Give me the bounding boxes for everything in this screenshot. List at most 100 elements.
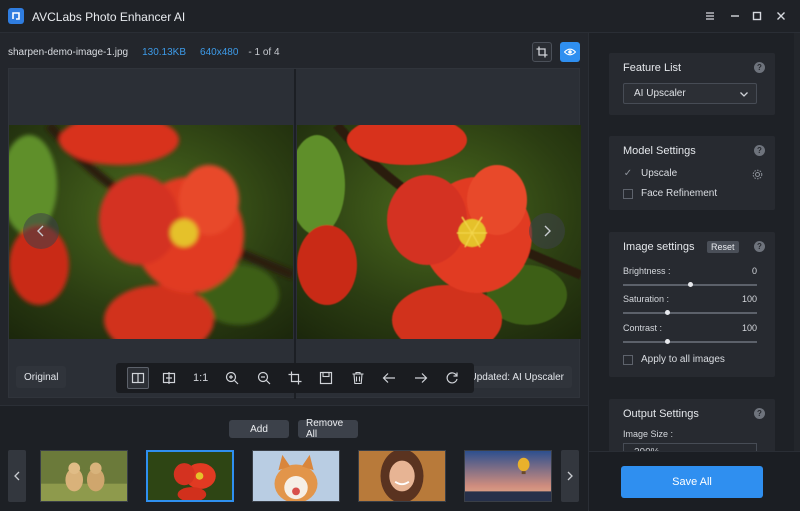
crop-icon bbox=[288, 371, 302, 385]
comparison-preview[interactable]: Original Updated: AI Upscaler 1:1 bbox=[8, 68, 581, 399]
thumbnail-corgi[interactable] bbox=[252, 450, 340, 502]
model-settings-title: Model Settings bbox=[623, 145, 696, 157]
thumbnails-prev-button[interactable] bbox=[8, 450, 26, 502]
maximize-icon[interactable] bbox=[750, 9, 764, 23]
save-icon bbox=[320, 371, 333, 385]
preview-toolbar: 1:1 bbox=[116, 363, 474, 393]
split-view-icon bbox=[131, 372, 144, 384]
thumbnail-balloon[interactable] bbox=[464, 450, 552, 502]
thumbnail-strip: Add Remove All bbox=[0, 405, 588, 511]
compare-divider[interactable] bbox=[294, 69, 296, 399]
app-logo-icon bbox=[8, 8, 24, 24]
zoom-out-button[interactable] bbox=[253, 367, 275, 389]
apply-all-checkbox[interactable] bbox=[623, 354, 633, 365]
image-size-label: Image Size : bbox=[623, 429, 674, 439]
chevron-right-icon bbox=[567, 471, 573, 481]
compare-icon bbox=[163, 372, 176, 384]
brightness-slider-knob[interactable] bbox=[687, 282, 693, 287]
thumbnail-woman[interactable] bbox=[358, 450, 446, 502]
output-settings-title: Output Settings bbox=[623, 408, 699, 420]
zoom-in-button[interactable] bbox=[221, 367, 243, 389]
output-settings-card: Output Settings ? Image Size : 200% bbox=[609, 399, 775, 461]
feature-select[interactable]: AI Upscaler bbox=[623, 83, 757, 104]
minimize-icon[interactable] bbox=[728, 9, 742, 23]
help-icon[interactable]: ? bbox=[754, 241, 765, 252]
upscale-option[interactable]: ✓ Upscale bbox=[623, 168, 677, 179]
app-title: AVCLabs Photo Enhancer AI bbox=[32, 10, 186, 24]
eye-icon bbox=[564, 48, 576, 56]
apply-all-option[interactable]: Apply to all images bbox=[623, 354, 725, 365]
close-icon[interactable] bbox=[774, 9, 788, 23]
reset-button[interactable]: Reset bbox=[707, 241, 739, 253]
help-icon[interactable]: ? bbox=[754, 62, 765, 73]
checkmark-icon: ✓ bbox=[623, 168, 633, 179]
trash-icon bbox=[352, 371, 364, 385]
apply-all-label: Apply to all images bbox=[641, 354, 725, 365]
face-refinement-label: Face Refinement bbox=[641, 188, 718, 199]
next-image-button[interactable] bbox=[529, 213, 565, 249]
thumbnails-next-button[interactable] bbox=[561, 450, 579, 502]
previous-image-button[interactable] bbox=[23, 213, 59, 249]
save-button[interactable] bbox=[315, 367, 337, 389]
image-settings-title: Image settings bbox=[623, 241, 695, 253]
model-settings-card: Model Settings ? ✓ Upscale Face Refineme… bbox=[609, 136, 775, 210]
settings-sidebar: Feature List ? AI Upscaler Model Setting… bbox=[588, 33, 800, 511]
crop-button[interactable] bbox=[284, 367, 306, 389]
gear-icon[interactable] bbox=[752, 169, 763, 180]
chevron-down-icon bbox=[740, 92, 748, 97]
contrast-slider[interactable] bbox=[623, 339, 757, 344]
preview-toggle-button[interactable] bbox=[560, 42, 580, 62]
original-label: Original bbox=[16, 366, 67, 388]
chevron-left-icon bbox=[14, 471, 20, 481]
delete-button[interactable] bbox=[347, 367, 369, 389]
arrow-left-icon bbox=[382, 373, 396, 383]
image-settings-card: Image settings Reset ? Brightness : 0 Sa… bbox=[609, 232, 775, 377]
upscale-label: Upscale bbox=[641, 168, 678, 179]
thumbnail-red-flower[interactable] bbox=[146, 450, 234, 502]
undo-button[interactable] bbox=[378, 367, 400, 389]
help-icon[interactable]: ? bbox=[754, 408, 765, 419]
title-bar: AVCLabs Photo Enhancer AI bbox=[0, 0, 800, 33]
arrow-right-icon bbox=[414, 373, 428, 383]
crop-icon bbox=[536, 46, 548, 58]
refresh-icon bbox=[446, 372, 458, 384]
file-counter: - 1 of 4 bbox=[248, 47, 280, 58]
crop-toggle-button[interactable] bbox=[532, 42, 552, 62]
contrast-value: 100 bbox=[741, 323, 757, 333]
save-all-button[interactable]: Save All bbox=[621, 466, 763, 498]
redo-button[interactable] bbox=[410, 367, 432, 389]
file-info: sharpen-demo-image-1.jpg 130.13KB 640x48… bbox=[8, 47, 280, 58]
actual-size-button[interactable]: 1:1 bbox=[190, 367, 212, 389]
file-size: 130.13KB bbox=[142, 47, 187, 58]
saturation-slider[interactable] bbox=[623, 310, 757, 315]
sidebar-scrollbar[interactable] bbox=[794, 33, 800, 453]
help-icon[interactable]: ? bbox=[754, 145, 765, 156]
contrast-label: Contrast : bbox=[623, 323, 663, 333]
saturation-label: Saturation : bbox=[623, 294, 670, 304]
save-area: Save All bbox=[589, 451, 800, 511]
saturation-slider-knob[interactable] bbox=[664, 310, 670, 315]
refresh-button[interactable] bbox=[441, 367, 463, 389]
zoom-in-icon bbox=[225, 371, 239, 385]
saturation-value: 100 bbox=[741, 294, 757, 304]
workspace: sharpen-demo-image-1.jpg 130.13KB 640x48… bbox=[0, 33, 588, 405]
chevron-right-icon bbox=[544, 225, 551, 237]
thumbnail-puppies[interactable] bbox=[40, 450, 128, 502]
feature-list-title: Feature List bbox=[623, 62, 682, 74]
side-by-side-button[interactable] bbox=[158, 367, 180, 389]
face-refinement-option[interactable]: Face Refinement bbox=[623, 188, 717, 199]
zoom-out-icon bbox=[257, 371, 270, 385]
contrast-slider-knob[interactable] bbox=[664, 339, 670, 344]
remove-all-button[interactable]: Remove All bbox=[298, 418, 358, 440]
brightness-slider[interactable] bbox=[623, 282, 757, 287]
brightness-label: Brightness : bbox=[623, 266, 671, 276]
add-button[interactable]: Add bbox=[229, 420, 289, 438]
file-dimensions: 640x480 bbox=[200, 47, 239, 58]
menu-icon[interactable] bbox=[703, 9, 717, 23]
feature-list-card: Feature List ? AI Upscaler bbox=[609, 53, 775, 115]
updated-label: Updated: AI Upscaler bbox=[461, 366, 572, 388]
file-name: sharpen-demo-image-1.jpg bbox=[8, 47, 129, 58]
split-view-button[interactable] bbox=[126, 367, 149, 389]
face-refinement-checkbox[interactable] bbox=[623, 188, 633, 199]
brightness-value: 0 bbox=[751, 266, 757, 276]
